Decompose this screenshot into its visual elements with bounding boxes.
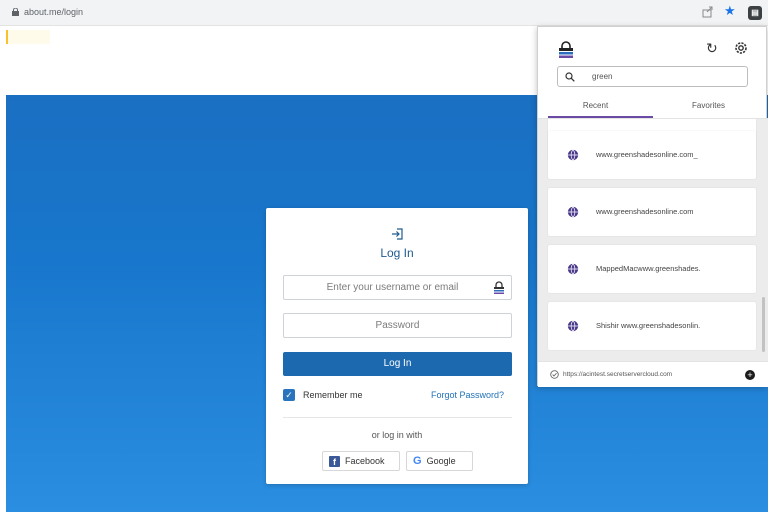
address-bar[interactable]: about.me/login ★ ▤ <box>0 0 768 26</box>
list-item[interactable]: www.greenshadesonline.com <box>548 188 756 236</box>
divider <box>283 417 512 418</box>
check-circle-icon <box>550 370 559 379</box>
list-item-label: www.greenshadesonline.com <box>596 207 694 216</box>
username-placeholder: Enter your username or email <box>326 282 459 293</box>
scrollbar[interactable] <box>762 297 765 352</box>
list-item-label: www.greenshadesonline.com_ <box>596 150 698 159</box>
popup-search-input[interactable]: green <box>557 66 748 87</box>
password-manager-logo-icon <box>559 41 573 58</box>
add-icon[interactable]: + <box>745 370 755 380</box>
password-placeholder: Password <box>375 320 420 331</box>
login-card: Log In Enter your username or email Pass… <box>266 208 528 484</box>
search-icon <box>565 72 575 82</box>
search-value: green <box>592 72 613 81</box>
results-list: www.greenshadesonline.com_ www.greenshad… <box>538 119 768 361</box>
share-icon[interactable] <box>702 6 714 18</box>
social-login-text: or log in with <box>371 430 423 440</box>
list-item[interactable]: Shishir www.greenshadesonlin. <box>548 302 756 350</box>
globe-icon <box>567 206 579 218</box>
list-item-label: MappedMacwww.greenshades. <box>596 264 701 273</box>
password-field[interactable]: Password <box>283 313 512 338</box>
login-button[interactable]: Log In <box>283 352 512 376</box>
extension-icon[interactable]: ▤ <box>748 6 762 20</box>
forgot-password-link[interactable]: Forgot Password? <box>431 390 504 400</box>
extension-popup: ↻ green Recent Favorites www.greenshades… <box>537 26 768 387</box>
tab-favorites[interactable]: Favorites <box>651 101 766 110</box>
remember-me-label: Remember me <box>303 390 363 400</box>
facebook-label: Facebook <box>345 456 385 466</box>
gear-icon[interactable] <box>733 40 749 56</box>
url-text[interactable]: about.me/login <box>24 7 83 17</box>
tab-recent[interactable]: Recent <box>538 101 653 110</box>
google-login-button[interactable]: G Google <box>406 451 473 471</box>
bookmark-star-icon[interactable]: ★ <box>724 3 736 19</box>
facebook-login-button[interactable]: f Facebook <box>322 451 400 471</box>
list-item[interactable]: www.greenshadesonline.com_ <box>548 131 756 179</box>
globe-icon <box>567 320 579 332</box>
server-url[interactable]: https://acintest.secretservercloud.com <box>563 371 672 378</box>
login-title: Log In <box>380 246 414 260</box>
globe-icon <box>567 149 579 161</box>
lock-icon <box>12 8 19 16</box>
username-field[interactable]: Enter your username or email <box>283 275 512 300</box>
remember-me-checkbox[interactable]: ✓ <box>283 389 295 401</box>
google-label: Google <box>426 456 456 466</box>
facebook-icon: f <box>329 455 340 467</box>
sign-in-icon <box>392 228 403 240</box>
list-item-label: Shishir www.greenshadesonlin. <box>596 321 701 330</box>
globe-icon <box>567 263 579 275</box>
popup-footer: https://acintest.secretservercloud.com + <box>538 361 768 387</box>
google-icon: G <box>413 455 422 467</box>
list-item[interactable]: MappedMacwww.greenshades. <box>548 245 756 293</box>
password-manager-icon[interactable] <box>493 281 505 295</box>
refresh-icon[interactable]: ↻ <box>706 40 718 56</box>
page-header-accent <box>6 30 50 44</box>
